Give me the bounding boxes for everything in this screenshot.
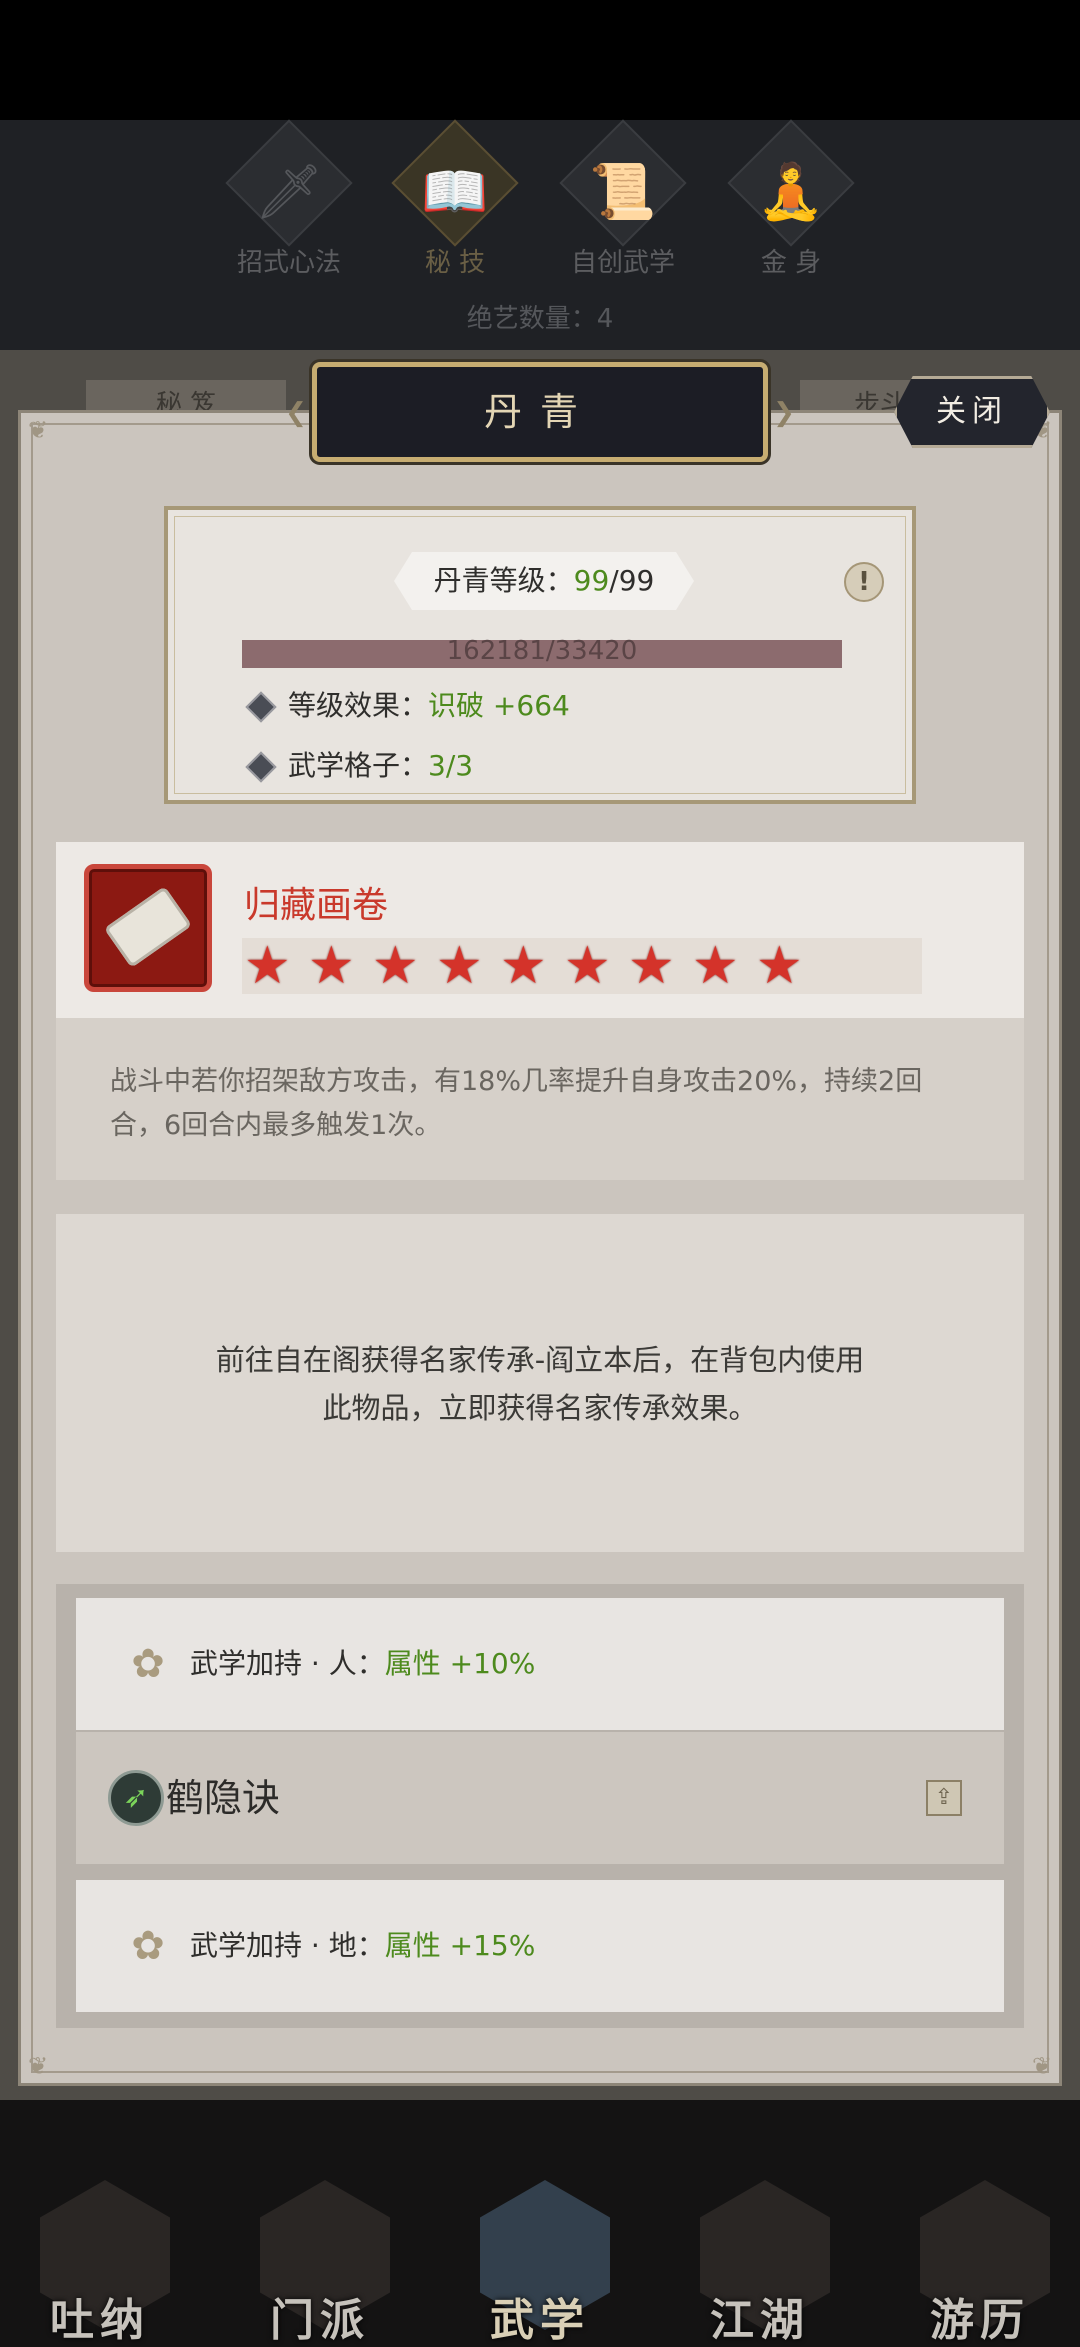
item-description: 战斗中若你招架敌方攻击，有18%几率提升自身攻击20%，持续2回合，6回合内最多… — [110, 1066, 923, 1141]
martial-slots-value: 3/3 — [428, 749, 474, 782]
close-button[interactable]: 关闭 — [894, 376, 1050, 448]
screen: 🗡 招式心法 📖 秘 技 📜 自创武学 🧘 金 身 绝艺数量：4 秘 笈 步斗 … — [0, 0, 1080, 2347]
star-icon: ★ — [628, 936, 675, 996]
bottom-nav: 吐纳 门派 武学 江湖 游历 — [0, 2160, 1080, 2347]
level-current: 99 — [573, 564, 610, 597]
meditation-icon: 🧘 — [757, 160, 825, 223]
level-info-box: 丹青等级：99/99 ! 162181/33420 等级效果：识破 +664 武… — [164, 506, 916, 804]
item-name: 归藏画卷 — [244, 885, 389, 926]
level-display: 丹青等级：99/99 — [394, 552, 694, 610]
star-icon: ★ — [500, 936, 547, 996]
tab-golden-body[interactable]: 🧘 金 身 — [716, 119, 866, 290]
title-wing-left-icon: ❮ — [285, 398, 307, 428]
book-icon: 📖 — [421, 160, 489, 223]
crane-skill-icon: ➶ — [108, 1770, 164, 1826]
star-icon: ★ — [244, 936, 291, 996]
bonus-section: ✿ 武学加持 · 人：属性 +10% ➶ 鹤隐诀 ⇪ ✿ 武学加持 · 地：属性… — [56, 1584, 1024, 2028]
star-rating: ★ ★ ★ ★ ★ ★ ★ ★ ★ — [242, 938, 922, 994]
martial-slots-row: 武学格子：3/3 — [245, 746, 474, 786]
scroll-item-icon[interactable] — [84, 864, 212, 992]
nav-travel[interactable]: 游历 — [890, 2160, 1070, 2347]
title-wing-right-icon: ❯ — [773, 398, 795, 428]
status-bar — [0, 0, 1080, 120]
star-icon: ★ — [436, 936, 483, 996]
skill-name: 鹤隐诀 — [166, 1776, 281, 1820]
bonus-row-earth: ✿ 武学加持 · 地：属性 +15% — [76, 1880, 1004, 2012]
scroll-icon: 📜 — [589, 160, 657, 223]
level-effect-value: 识破 +664 — [428, 689, 570, 722]
star-icon: ★ — [564, 936, 611, 996]
star-icon: ★ — [756, 936, 803, 996]
level-max: /99 — [609, 564, 655, 597]
upload-icon[interactable]: ⇪ — [926, 1780, 962, 1816]
level-effect-row: 等级效果：识破 +664 — [245, 686, 570, 726]
skill-count: 绝艺数量：4 — [466, 304, 614, 334]
dialog-title-plate: 丹青 — [312, 362, 768, 462]
bonus-row-human: ✿ 武学加持 · 人：属性 +10% — [76, 1598, 1004, 1730]
top-nav: 🗡 招式心法 📖 秘 技 📜 自创武学 🧘 金 身 — [0, 119, 1080, 290]
diamond-bullet-icon — [245, 751, 277, 783]
dialog-title: 丹青 — [483, 390, 596, 434]
nav-sect[interactable]: 门派 — [230, 2160, 410, 2347]
flower-icon: ✿ — [131, 1923, 165, 1969]
exp-text: 162181/33420 — [446, 636, 638, 666]
skill-row[interactable]: ➶ 鹤隐诀 ⇪ — [76, 1732, 1004, 1864]
flower-icon: ✿ — [131, 1641, 165, 1687]
star-icon: ★ — [372, 936, 419, 996]
item-card: 归藏画卷 ★ ★ ★ ★ ★ ★ ★ ★ ★ — [56, 842, 1024, 1018]
nav-jianghu[interactable]: 江湖 — [670, 2160, 850, 2347]
nav-martial-arts[interactable]: 武学 — [450, 2160, 630, 2347]
diamond-bullet-icon — [245, 691, 277, 723]
star-icon: ★ — [308, 936, 355, 996]
tab-moves[interactable]: 🗡 招式心法 — [214, 119, 364, 290]
star-icon: ★ — [692, 936, 739, 996]
sword-icon: 🗡 — [254, 160, 324, 223]
info-icon[interactable]: ! — [844, 562, 884, 602]
tab-secret-skills[interactable]: 📖 秘 技 — [380, 119, 530, 290]
item-description-box: 战斗中若你招架敌方攻击，有18%几率提升自身攻击20%，持续2回合，6回合内最多… — [56, 1018, 1024, 1180]
hint-text: 前往自在阁获得名家传承-阎立本后，在背包内使用此物品，立即获得名家传承效果。 — [215, 1343, 865, 1425]
hint-box: 前往自在阁获得名家传承-阎立本后，在背包内使用此物品，立即获得名家传承效果。 — [56, 1214, 1024, 1552]
corner-ornament-icon: ❦ — [27, 416, 49, 444]
corner-ornament-icon: ❦ — [27, 2052, 49, 2080]
corner-ornament-icon: ❦ — [1031, 2052, 1053, 2080]
tab-custom-martial[interactable]: 📜 自创武学 — [548, 119, 698, 290]
nav-breathing[interactable]: 吐纳 — [10, 2160, 190, 2347]
